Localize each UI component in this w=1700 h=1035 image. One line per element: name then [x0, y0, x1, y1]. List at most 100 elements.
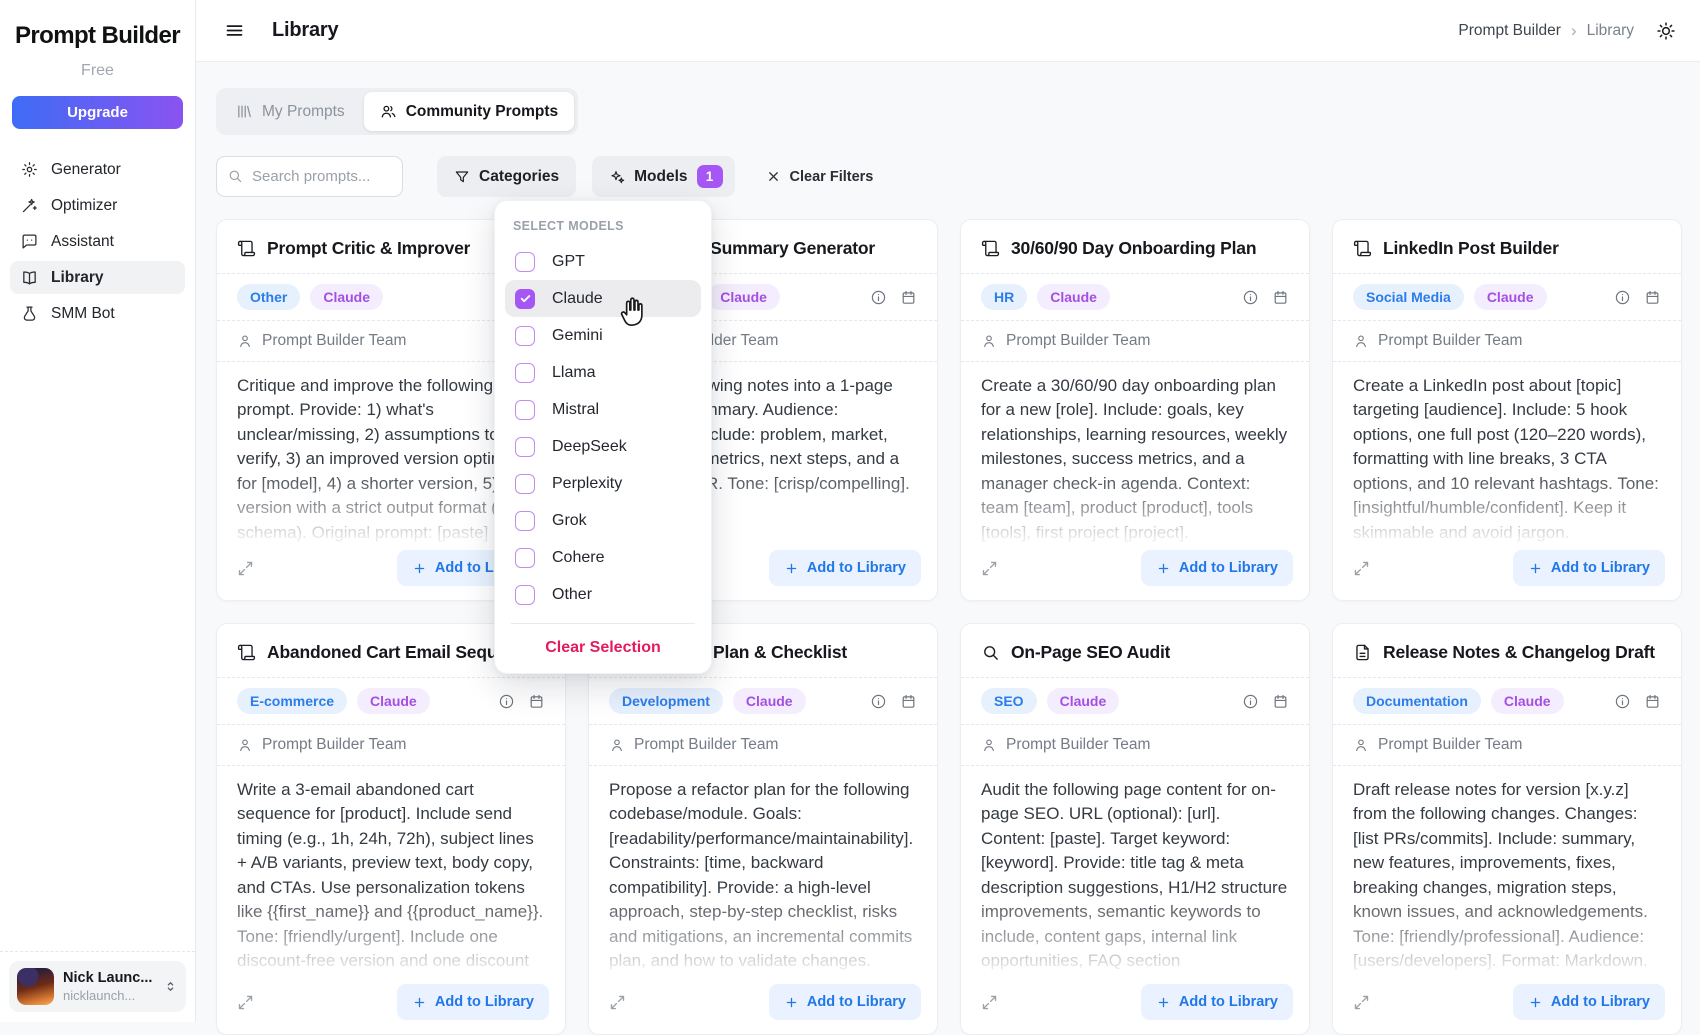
- card-author-row: Prompt Builder Team: [961, 725, 1309, 766]
- clear-filters-button[interactable]: Clear Filters: [766, 169, 874, 185]
- info-icon[interactable]: [1242, 289, 1259, 306]
- clear-selection-button[interactable]: Clear Selection: [505, 624, 701, 673]
- model-option-label: GPT: [552, 253, 585, 271]
- category-tag[interactable]: Social Media: [1353, 284, 1464, 310]
- info-icon[interactable]: [870, 289, 887, 306]
- add-to-library-button[interactable]: Add to Library: [1513, 984, 1665, 1020]
- prompt-card[interactable]: Abandoned Cart Email Sequence E-commerce…: [216, 623, 566, 1035]
- card-description: Create a 30/60/90 day onboarding plan fo…: [961, 362, 1309, 542]
- checkbox[interactable]: [515, 437, 535, 457]
- models-filter-button[interactable]: Models 1: [592, 156, 734, 197]
- add-to-library-button[interactable]: Add to Library: [769, 550, 921, 586]
- model-option-other[interactable]: Other: [505, 576, 701, 613]
- breadcrumb-root[interactable]: Prompt Builder: [1458, 22, 1561, 40]
- info-icon[interactable]: [498, 693, 515, 710]
- model-tag[interactable]: Claude: [707, 284, 780, 310]
- upgrade-button[interactable]: Upgrade: [12, 96, 183, 129]
- person-icon: [237, 333, 253, 349]
- add-to-library-button[interactable]: Add to Library: [1141, 984, 1293, 1020]
- menu-toggle-button[interactable]: [224, 20, 245, 41]
- model-tag[interactable]: Claude: [1474, 284, 1547, 310]
- prompt-card[interactable]: Release Notes & Changelog Draft Document…: [1332, 623, 1682, 1035]
- tab-my-prompts[interactable]: My Prompts: [220, 92, 361, 131]
- prompt-card[interactable]: LinkedIn Post Builder Social Media Claud…: [1332, 219, 1682, 601]
- info-icon[interactable]: [1242, 693, 1259, 710]
- model-option-llama[interactable]: Llama: [505, 354, 701, 391]
- info-icon[interactable]: [1614, 693, 1631, 710]
- add-to-library-label: Add to Library: [1179, 560, 1278, 576]
- checkbox[interactable]: [515, 474, 535, 494]
- model-option-perplexity[interactable]: Perplexity: [505, 465, 701, 502]
- add-to-library-button[interactable]: Add to Library: [1513, 550, 1665, 586]
- sidebar-item-smm-bot[interactable]: SMM Bot: [10, 297, 185, 330]
- model-tag[interactable]: Claude: [1037, 284, 1110, 310]
- checkbox[interactable]: [515, 326, 535, 346]
- card-description: Propose a refactor plan for the followin…: [589, 766, 937, 974]
- plus-icon: [784, 995, 799, 1010]
- checkbox[interactable]: [515, 363, 535, 383]
- model-tag[interactable]: Claude: [1491, 688, 1564, 714]
- author-name: Prompt Builder Team: [1006, 332, 1150, 350]
- expand-icon[interactable]: [981, 560, 998, 577]
- info-icon[interactable]: [1614, 289, 1631, 306]
- model-tag[interactable]: Claude: [310, 284, 383, 310]
- expand-icon[interactable]: [1353, 560, 1370, 577]
- calendar-icon[interactable]: [1272, 693, 1289, 710]
- expand-icon[interactable]: [237, 560, 254, 577]
- calendar-icon[interactable]: [1272, 289, 1289, 306]
- checkbox[interactable]: [515, 252, 535, 272]
- model-tag[interactable]: Claude: [1047, 688, 1120, 714]
- checkbox[interactable]: [515, 585, 535, 605]
- info-icon[interactable]: [870, 693, 887, 710]
- topbar-right: Prompt Builder › Library: [1458, 21, 1676, 41]
- model-option-deepseek[interactable]: DeepSeek: [505, 428, 701, 465]
- prompt-card[interactable]: 30/60/90 Day Onboarding Plan HR Claude P…: [960, 219, 1310, 601]
- model-tag[interactable]: Claude: [733, 688, 806, 714]
- calendar-icon[interactable]: [1644, 289, 1661, 306]
- model-option-cohere[interactable]: Cohere: [505, 539, 701, 576]
- checkbox[interactable]: [515, 289, 535, 309]
- expand-icon[interactable]: [1353, 994, 1370, 1011]
- category-tag[interactable]: SEO: [981, 688, 1037, 714]
- category-tag[interactable]: HR: [981, 284, 1027, 310]
- category-tag[interactable]: Development: [609, 688, 723, 714]
- checkbox[interactable]: [515, 511, 535, 531]
- expand-icon[interactable]: [981, 994, 998, 1011]
- sidebar-item-assistant[interactable]: Assistant: [10, 225, 185, 258]
- prompt-grid: Prompt Critic & Improver Other Claude Pr…: [216, 219, 1682, 1035]
- avatar: [17, 968, 54, 1005]
- add-to-library-button[interactable]: Add to Library: [769, 984, 921, 1020]
- search-input[interactable]: [216, 156, 403, 197]
- model-option-claude[interactable]: Claude: [505, 280, 701, 317]
- checkbox[interactable]: [515, 548, 535, 568]
- expand-icon[interactable]: [237, 994, 254, 1011]
- checkbox[interactable]: [515, 400, 535, 420]
- user-menu[interactable]: Nick Launc... nicklaunch...: [9, 961, 186, 1012]
- expand-icon[interactable]: [609, 994, 626, 1011]
- categories-filter-button[interactable]: Categories: [437, 156, 576, 197]
- sidebar-item-label: Generator: [51, 161, 121, 179]
- category-tag[interactable]: E-commerce: [237, 688, 347, 714]
- user-name: Nick Launc...: [63, 970, 152, 986]
- calendar-icon[interactable]: [528, 693, 545, 710]
- category-tag[interactable]: Other: [237, 284, 300, 310]
- calendar-icon[interactable]: [1644, 693, 1661, 710]
- prompt-card[interactable]: Refactor Plan & Checklist Development Cl…: [588, 623, 938, 1035]
- sidebar-item-optimizer[interactable]: Optimizer: [10, 189, 185, 222]
- calendar-icon[interactable]: [900, 693, 917, 710]
- calendar-icon[interactable]: [900, 289, 917, 306]
- model-option-gpt[interactable]: GPT: [505, 243, 701, 280]
- category-tag[interactable]: Documentation: [1353, 688, 1481, 714]
- add-to-library-button[interactable]: Add to Library: [397, 984, 549, 1020]
- theme-toggle-button[interactable]: [1656, 21, 1676, 41]
- sidebar-item-library[interactable]: Library: [10, 261, 185, 294]
- model-option-mistral[interactable]: Mistral: [505, 391, 701, 428]
- model-option-grok[interactable]: Grok: [505, 502, 701, 539]
- prompt-card[interactable]: On-Page SEO Audit SEO Claude Prompt Buil…: [960, 623, 1310, 1035]
- model-option-gemini[interactable]: Gemini: [505, 317, 701, 354]
- plus-icon: [784, 561, 799, 576]
- model-tag[interactable]: Claude: [357, 688, 430, 714]
- sidebar-item-generator[interactable]: Generator: [10, 153, 185, 186]
- tab-community-prompts[interactable]: Community Prompts: [364, 92, 574, 131]
- add-to-library-button[interactable]: Add to Library: [1141, 550, 1293, 586]
